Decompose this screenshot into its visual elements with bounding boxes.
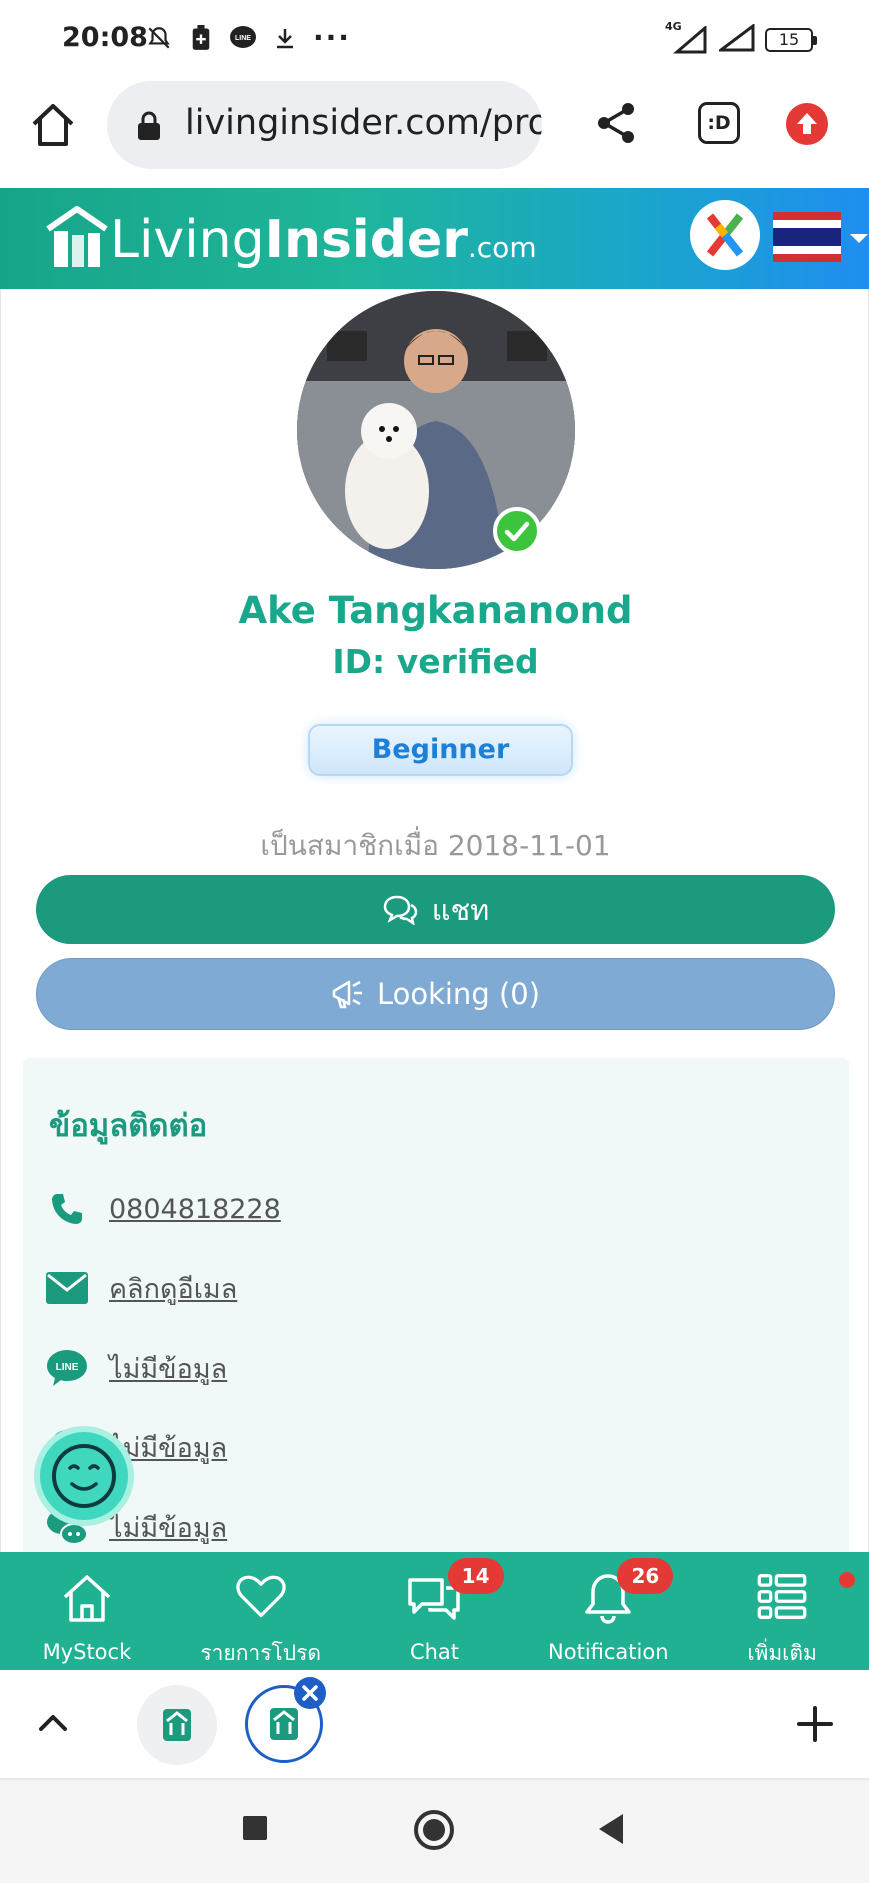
site-favicon-icon xyxy=(163,1709,191,1741)
livinginsider-logo-icon[interactable] xyxy=(44,203,110,273)
notification-icons: LINE ··· xyxy=(145,24,351,52)
contact-info-card: ข้อมูลติดต่อ 0804818228 คลิกดูอีเมล LINE… xyxy=(23,1058,849,1552)
nav-label-chat: Chat xyxy=(409,1640,460,1664)
contact-row-phone[interactable]: 0804818228 xyxy=(45,1184,745,1234)
url-text: livinginsider.com/profile xyxy=(185,103,542,143)
svg-text:LINE: LINE xyxy=(235,35,251,42)
arrow-up-icon xyxy=(797,113,817,134)
update-button[interactable] xyxy=(786,103,828,145)
status-time: 20:08 xyxy=(62,22,148,53)
verified-check-icon xyxy=(493,507,541,555)
logo-suffix: .com xyxy=(467,231,537,264)
chevron-up-icon[interactable] xyxy=(36,1706,70,1740)
tab-switcher-button[interactable]: :D xyxy=(698,102,740,144)
nav-item-favorites[interactable]: รายการโปรด xyxy=(174,1552,348,1670)
home-button[interactable] xyxy=(28,100,78,150)
browser-tab-1[interactable] xyxy=(137,1685,217,1765)
chat-button-label: แชท xyxy=(431,892,490,927)
contact-email[interactable]: คลิกดูอีเมล xyxy=(109,1267,237,1310)
chat-count-badge: 14 xyxy=(447,1558,504,1594)
contact-line[interactable]: ไม่มีข้อมูล xyxy=(109,1347,227,1390)
close-tab-button[interactable] xyxy=(294,1677,326,1709)
nav-item-chat[interactable]: Chat 14 xyxy=(348,1552,522,1670)
battery-indicator: 15 xyxy=(765,28,817,52)
looking-button[interactable]: Looking (0) xyxy=(36,958,835,1030)
nav-item-notification[interactable]: Notification 26 xyxy=(521,1552,695,1670)
member-since: เป็นสมาชิกเมื่อ 2018-11-01 xyxy=(260,829,611,862)
recents-square-icon[interactable] xyxy=(241,1814,269,1842)
contact-row-whatsapp[interactable]: ไม่มีข้อมูล xyxy=(45,1422,745,1472)
bottom-navigation: MyStock รายการโปรด Chat 14 Notification … xyxy=(0,1552,869,1670)
logo-insider: Insider xyxy=(264,210,468,270)
nav-item-mystock[interactable]: MyStock xyxy=(0,1552,174,1670)
language-dropdown-caret[interactable] xyxy=(850,234,868,243)
signal-icon: 4G xyxy=(665,20,709,54)
muted-bell-icon xyxy=(145,24,173,52)
looking-button-label: Looking (0) xyxy=(376,977,541,1011)
lock-icon xyxy=(138,111,160,140)
contact-row-wechat[interactable]: ไม่มีข้อมูล xyxy=(45,1502,745,1552)
share-icon xyxy=(598,103,634,143)
back-triangle-icon[interactable] xyxy=(596,1812,626,1846)
nav-label-notification: Notification xyxy=(548,1640,669,1664)
status-bar: 20:08 LINE ··· 4G 15 xyxy=(0,0,869,78)
x-logo-icon xyxy=(706,213,744,257)
svg-text:LINE: LINE xyxy=(56,1362,79,1373)
id-verified-status: ID: verified xyxy=(332,642,539,681)
chat-bubbles-icon xyxy=(383,895,418,925)
site-logo-text[interactable]: LivingInsider.com xyxy=(110,210,537,270)
menu-list-icon xyxy=(757,1574,807,1619)
signal-2-icon xyxy=(716,23,755,56)
battery-saver-icon xyxy=(187,24,215,52)
chatbot-button[interactable] xyxy=(40,1432,128,1520)
email-icon xyxy=(45,1266,89,1310)
line-icon: LINE xyxy=(45,1346,89,1390)
smiley-face-icon xyxy=(52,1444,116,1508)
home-icon xyxy=(32,104,74,146)
home-icon xyxy=(63,1575,111,1622)
contact-row-email[interactable]: คลิกดูอีเมล xyxy=(45,1263,745,1313)
phone-icon xyxy=(45,1187,89,1231)
line-app-icon: LINE xyxy=(229,24,257,52)
more-alert-dot xyxy=(838,1572,855,1588)
nav-label-mystock: MyStock xyxy=(42,1640,132,1664)
contact-phone[interactable]: 0804818228 xyxy=(109,1194,281,1225)
home-circle-icon[interactable] xyxy=(412,1808,456,1852)
megaphone-icon xyxy=(332,980,362,1009)
system-indicators: 4G 15 xyxy=(665,20,817,56)
logo-living: Living xyxy=(110,210,265,270)
close-icon xyxy=(302,1685,318,1701)
level-badge: Beginner xyxy=(308,724,573,776)
more-notifications: ··· xyxy=(313,21,351,54)
chat-button[interactable]: แชท xyxy=(36,875,835,944)
contact-info-title: ข้อมูลติดต่อ xyxy=(49,1108,208,1144)
share-button[interactable] xyxy=(592,98,642,148)
profile-content: Ake Tangkananond ID: verified Beginner เ… xyxy=(0,289,869,1552)
new-tab-plus-icon[interactable] xyxy=(795,1704,835,1744)
contact-row-line[interactable]: LINE ไม่มีข้อมูล xyxy=(45,1343,745,1393)
browser-tab-strip xyxy=(0,1670,869,1780)
download-icon xyxy=(271,24,299,52)
nav-label-favorites: รายการโปรด xyxy=(200,1641,322,1665)
profile-name: Ake Tangkananond xyxy=(238,589,633,632)
nav-label-more: เพิ่มเติม xyxy=(747,1641,817,1665)
thai-flag-icon[interactable] xyxy=(773,212,841,262)
address-bar[interactable]: livinginsider.com/profile xyxy=(107,81,542,169)
browser-toolbar: livinginsider.com/profile :D xyxy=(0,78,869,188)
nav-item-more[interactable]: เพิ่มเติม xyxy=(695,1552,869,1670)
site-header: LivingInsider.com xyxy=(0,188,869,289)
system-navigation-bar xyxy=(0,1780,869,1883)
x-brand-button[interactable] xyxy=(690,200,760,270)
heart-icon xyxy=(235,1575,286,1618)
notification-count-badge: 26 xyxy=(617,1558,674,1594)
